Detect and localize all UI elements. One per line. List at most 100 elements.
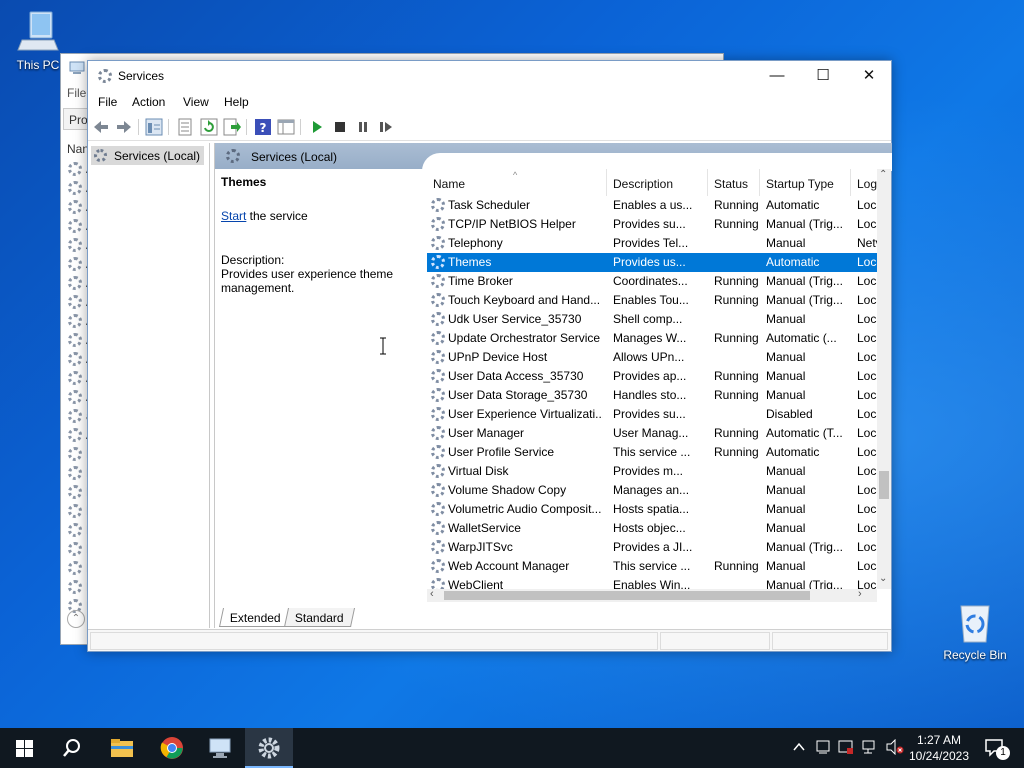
services-gear-icon — [431, 407, 445, 421]
column-header-description[interactable]: Description — [607, 169, 708, 196]
show-hide-console-tree-icon[interactable] — [145, 118, 163, 136]
service-row[interactable]: User Profile Service This service ... Runn… — [427, 443, 877, 462]
menu-view[interactable]: View — [183, 95, 209, 109]
tree-item-services-local[interactable]: Services (Local) — [91, 146, 204, 165]
start-service-link[interactable]: Start — [221, 209, 246, 223]
services-gear-icon — [431, 274, 445, 288]
taskbar-chrome[interactable] — [148, 728, 196, 768]
services-gear-icon — [431, 369, 445, 383]
column-header-label: Log — [857, 177, 878, 191]
service-row[interactable]: Telephony Provides Tel... Manual Netv — [427, 234, 877, 253]
horizontal-scrollbar[interactable]: ‹ › — [427, 588, 877, 602]
pause-service-icon[interactable] — [354, 118, 372, 136]
console-view-icon[interactable] — [277, 118, 295, 136]
desktop-icon-recycle-bin[interactable]: Recycle Bin — [940, 600, 1010, 662]
service-row[interactable]: Volumetric Audio Composit... Hosts spatia… — [427, 500, 877, 519]
maximize-button[interactable]: ☐ — [800, 61, 846, 91]
menu-file[interactable]: File — [98, 95, 117, 109]
service-row[interactable]: Themes Provides us... Automatic Loca — [427, 253, 877, 272]
minimize-button[interactable]: — — [754, 61, 800, 91]
vertical-scroll-thumb[interactable] — [879, 471, 889, 499]
taskbar-file-explorer[interactable] — [98, 728, 146, 768]
services-list[interactable]: Name ^ Description Status Startup Type Lo… — [427, 169, 891, 602]
search-button[interactable] — [48, 728, 96, 768]
service-row[interactable]: WalletService Hosts objec... Manual Loca — [427, 519, 877, 538]
close-button[interactable]: ✕ — [846, 61, 892, 91]
cell-description: Shell comp... — [613, 312, 683, 326]
background-list-row: A — [63, 236, 94, 255]
taskbar-computer-management[interactable] — [196, 728, 244, 768]
background-list-row: B — [63, 540, 94, 559]
notification-center-button[interactable]: 1 — [980, 728, 1016, 768]
tab-label: Extended — [229, 611, 281, 625]
cell-name: Time Broker — [448, 274, 513, 288]
menu-action[interactable]: Action — [132, 95, 165, 109]
service-row[interactable]: Udk User Service_35730 Shell comp... Manua… — [427, 310, 877, 329]
column-header-status[interactable]: Status — [708, 169, 760, 196]
services-gear-icon — [431, 236, 445, 250]
computer-management-icon — [209, 738, 231, 758]
column-header-startup-type[interactable]: Startup Type — [760, 169, 851, 196]
horizontal-scroll-thumb[interactable] — [444, 591, 810, 600]
properties-icon[interactable] — [176, 118, 194, 136]
service-row[interactable]: UPnP Device Host Allows UPn... Manual Loca — [427, 348, 877, 367]
background-window-menu[interactable]: File — [67, 86, 86, 100]
start-button[interactable] — [0, 728, 48, 768]
svg-text:?: ? — [260, 121, 267, 135]
service-row[interactable]: User Experience Virtualizati... Provides … — [427, 405, 877, 424]
status-bar-segment — [90, 632, 658, 650]
service-row[interactable]: WarpJITSvc Provides a JI... Manual (Trig..… — [427, 538, 877, 557]
services-gear-icon — [68, 352, 82, 366]
service-row[interactable]: Web Account Manager This service ... Runni… — [427, 557, 877, 576]
forward-arrow-icon[interactable] — [115, 118, 133, 136]
service-row[interactable]: Time Broker Coordinates... Running Manual (… — [427, 272, 877, 291]
column-header-log-on-as[interactable]: Log — [851, 169, 877, 196]
services-gear-icon — [68, 333, 82, 347]
tray-network-icon[interactable] — [860, 728, 880, 768]
cell-status: Running — [714, 293, 759, 307]
show-hidden-icons-button[interactable] — [790, 728, 810, 768]
service-row[interactable]: TCP/IP NetBIOS Helper Provides su... Runni… — [427, 215, 877, 234]
export-list-icon[interactable] — [223, 118, 241, 136]
restart-service-icon[interactable] — [377, 118, 395, 136]
services-gear-icon — [94, 149, 107, 162]
help-icon[interactable]: ? — [254, 118, 272, 136]
tray-volume-icon[interactable] — [884, 728, 906, 768]
services-gear-icon — [431, 521, 445, 535]
vertical-scrollbar[interactable]: ⌃ ⌄ — [877, 169, 891, 589]
service-row[interactable]: Touch Keyboard and Hand... Enables Tou...… — [427, 291, 877, 310]
tray-tablet-icon[interactable] — [814, 728, 832, 768]
tab-standard[interactable]: Standard — [283, 608, 355, 627]
background-list-row: a — [63, 407, 93, 426]
status-bar-segment — [660, 632, 770, 650]
cell-description: Provides ap... — [613, 369, 687, 383]
scroll-left-icon[interactable]: ‹ — [430, 588, 434, 600]
scroll-up-icon[interactable]: ⌃ — [879, 169, 887, 180]
scroll-right-icon[interactable]: › — [858, 588, 862, 600]
services-window[interactable]: Services — ☐ ✕ File Action View Help ? S… — [87, 60, 892, 652]
volume-muted-icon — [886, 739, 904, 755]
service-row[interactable]: Volume Shadow Copy Manages an... Manual Loc… — [427, 481, 877, 500]
column-header-name[interactable]: Name ^ — [427, 169, 607, 196]
service-row[interactable]: User Manager User Manag... Running Automati… — [427, 424, 877, 443]
taskbar-services[interactable] — [245, 728, 293, 768]
scroll-down-icon[interactable]: ⌄ — [879, 573, 887, 584]
back-arrow-icon[interactable] — [92, 118, 110, 136]
column-header-label: Description — [613, 177, 674, 191]
expand-icon[interactable]: ⌃ — [67, 610, 85, 628]
service-row[interactable]: User Data Access_35730 Provides ap... Runn… — [427, 367, 877, 386]
refresh-icon[interactable] — [200, 118, 218, 136]
window-titlebar[interactable]: Services — ☐ ✕ — [88, 61, 891, 91]
tab-extended[interactable]: Extended — [218, 608, 292, 627]
start-service-icon[interactable] — [308, 118, 326, 136]
cell-log-on-as: Loca — [857, 255, 877, 269]
service-row[interactable]: Virtual Disk Provides m... Manual Loca — [427, 462, 877, 481]
tray-security-icon[interactable] — [836, 728, 856, 768]
service-row[interactable]: User Data Storage_35730 Handles sto... Run… — [427, 386, 877, 405]
cell-log-on-as: Loca — [857, 464, 877, 478]
service-row[interactable]: Update Orchestrator Service Manages W... R… — [427, 329, 877, 348]
service-row[interactable]: Task Scheduler Enables a us... Running Auto… — [427, 196, 877, 215]
system-clock[interactable]: 1:27 AM 10/24/2023 — [904, 732, 974, 764]
stop-service-icon[interactable] — [331, 118, 349, 136]
menu-help[interactable]: Help — [224, 95, 249, 109]
